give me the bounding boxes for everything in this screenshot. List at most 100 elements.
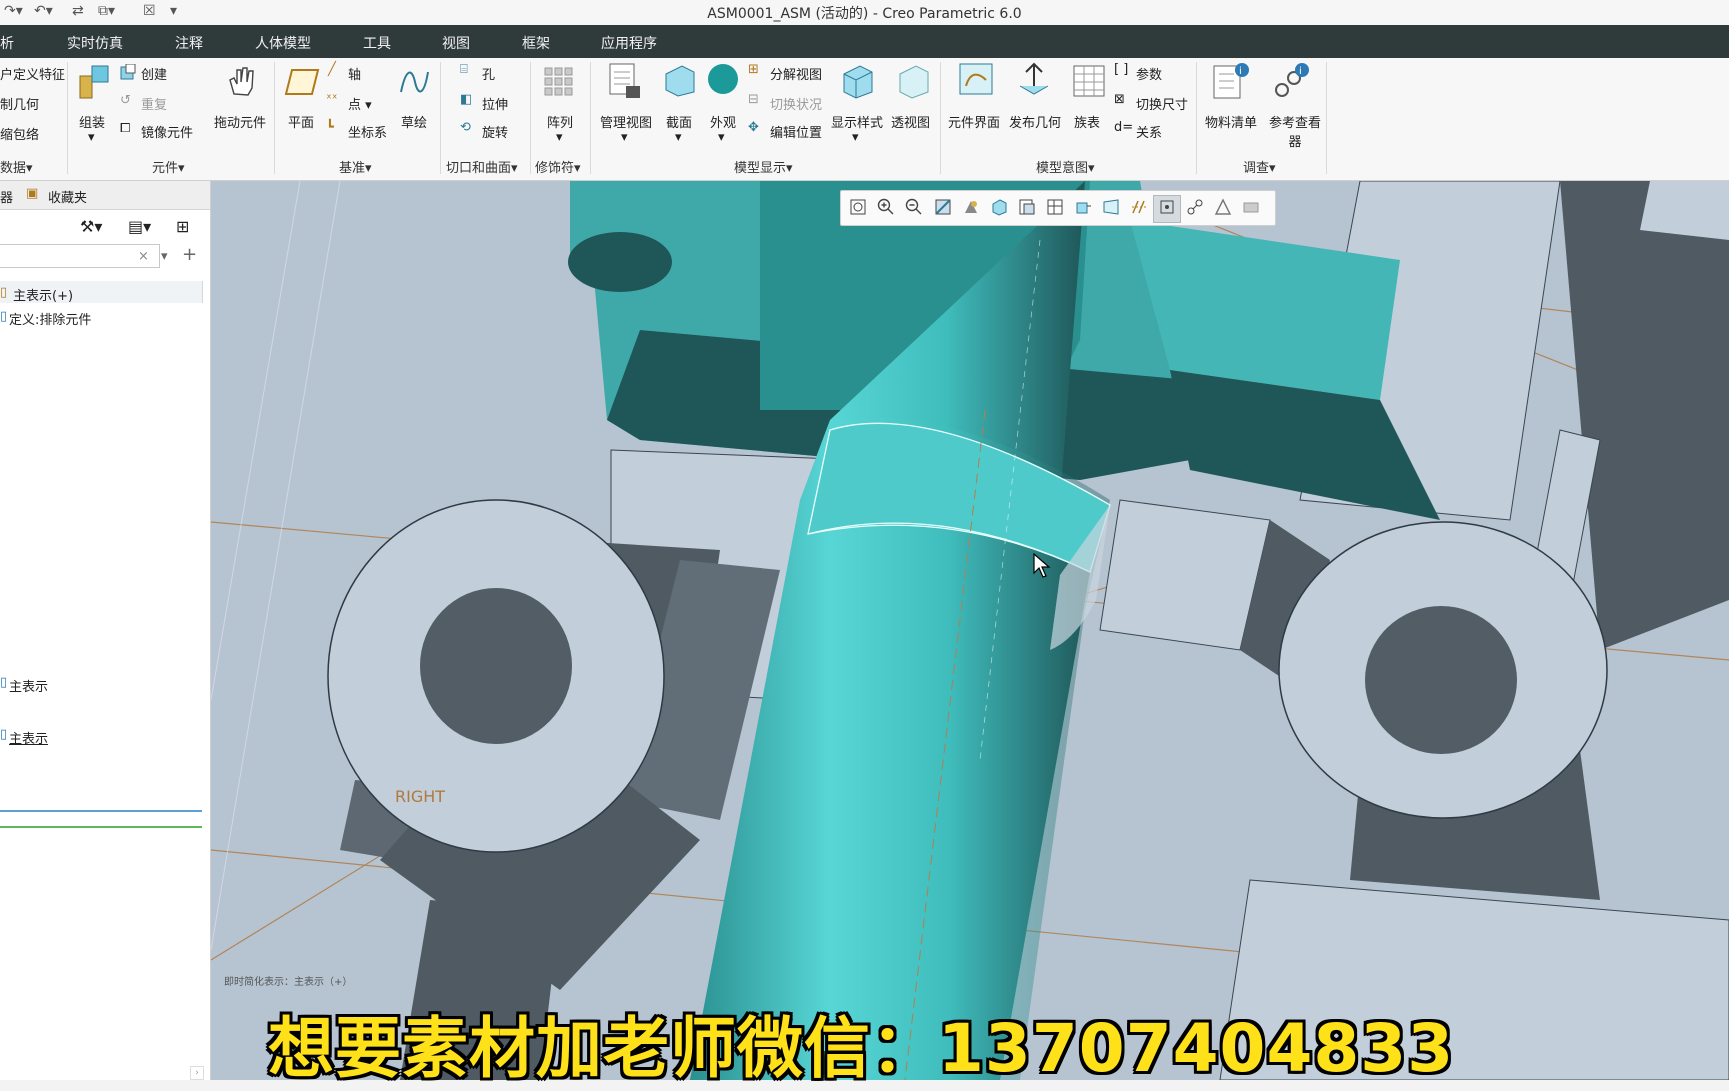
assemble-button[interactable]: 组装 [79, 112, 105, 131]
display-style-dropdown-icon[interactable]: ▾ [852, 130, 859, 145]
datum-label-right[interactable]: RIGHT [395, 787, 445, 806]
assemble-icon[interactable] [76, 62, 112, 102]
group-component[interactable]: 元件▾ [152, 157, 185, 176]
family-table-icon [1073, 65, 1105, 97]
menu-annotate[interactable]: 注释 [175, 33, 203, 53]
display-style-view-icon[interactable] [990, 198, 1008, 216]
create-button[interactable]: 创建 [141, 64, 167, 83]
group-cut-surface[interactable]: 切口和曲面▾ [446, 157, 518, 176]
publish-geometry-button[interactable]: 发布几何 [1009, 112, 1061, 131]
graphics-toolbar [840, 190, 1276, 226]
revolve-button[interactable]: 旋转 [482, 122, 508, 141]
explode-view-button[interactable]: 分解视图 [770, 64, 822, 83]
tree-item-master-3[interactable]: 主表示 [9, 728, 48, 747]
spin-center-icon[interactable] [1158, 198, 1176, 216]
menu-manikin[interactable]: 人体模型 [255, 33, 311, 53]
plane-button[interactable]: 平面 [288, 112, 314, 131]
section-button[interactable]: 截面 [666, 112, 692, 131]
tree-item-master-rep[interactable]: 主表示(+) [13, 285, 73, 304]
manage-views-button[interactable]: 管理视图 [600, 112, 652, 131]
extrude-icon: ◧ [460, 92, 473, 107]
menu-tools[interactable]: 工具 [363, 33, 391, 53]
sketch-button[interactable]: 草绘 [401, 112, 427, 131]
perspective-button[interactable]: 透视图 [891, 112, 930, 131]
sketch-icon [400, 71, 429, 93]
refit-icon[interactable] [849, 198, 867, 216]
extrude-button[interactable]: 拉伸 [482, 94, 508, 113]
ribbon-separator [67, 62, 68, 174]
appearance-dropdown-icon[interactable]: ▾ [718, 130, 725, 145]
toggle-status-button[interactable]: 切换状况 [770, 94, 822, 113]
tab-model-tree[interactable]: 器 [0, 187, 13, 206]
copy-geometry-button[interactable]: 制几何 [0, 94, 39, 113]
csys-button[interactable]: 坐标系 [348, 122, 387, 141]
edit-position-icon: ✥ [748, 120, 759, 135]
appearance-button[interactable]: 外观 [710, 112, 736, 131]
ribbon-separator [940, 62, 941, 174]
mirror-component-button[interactable]: 镜像元件 [141, 122, 193, 141]
manage-views-dropdown-icon[interactable]: ▾ [621, 130, 628, 145]
explode-view-icon: ⊞ [748, 62, 759, 77]
show-options-icon[interactable]: ▤▾ [128, 217, 151, 236]
group-model-intent[interactable]: 模型意图▾ [1036, 157, 1095, 176]
axis-button[interactable]: 轴 [348, 64, 361, 83]
group-get-data[interactable]: 数据▾ [0, 157, 33, 176]
zoom-out-icon[interactable] [905, 198, 923, 216]
udf-button[interactable]: 户定义特征 [0, 64, 65, 83]
repaint-icon[interactable] [934, 198, 952, 216]
datum-display-icon[interactable] [1130, 198, 1148, 216]
group-investigate[interactable]: 调查▾ [1243, 157, 1276, 176]
menu-applications[interactable]: 应用程序 [601, 33, 657, 53]
view-manager-icon[interactable] [1046, 198, 1064, 216]
relations-button[interactable]: 关系 [1136, 122, 1162, 141]
model-canvas[interactable] [211, 181, 1729, 1080]
zoom-in-icon[interactable] [877, 198, 895, 216]
section-view-icon[interactable] [1074, 198, 1092, 216]
component-interface-button[interactable]: 元件界面 [948, 112, 1000, 131]
triangle-icon[interactable] [1214, 198, 1232, 216]
svg-text:i: i [1299, 66, 1302, 77]
family-table-button[interactable]: 族表 [1074, 112, 1100, 131]
edit-position-button[interactable]: 编辑位置 [770, 122, 822, 141]
pattern-dropdown-icon[interactable]: ▾ [556, 130, 563, 145]
graphics-viewport[interactable]: RIGHT 即时简化表示：主表示（+） [211, 181, 1729, 1080]
tree-search-input[interactable] [0, 244, 160, 268]
group-datum[interactable]: 基准▾ [339, 157, 372, 176]
orient-icon[interactable] [1242, 198, 1260, 216]
ribbon-separator [274, 62, 275, 174]
ribbon-separator [1196, 62, 1197, 174]
shrinkwrap-button[interactable]: 缩包络 [0, 124, 39, 143]
parameters-button[interactable]: 参数 [1136, 64, 1162, 83]
repeat-button[interactable]: 重复 [141, 94, 167, 113]
section-dropdown-icon[interactable]: ▾ [675, 130, 682, 145]
ribbon-separator [590, 62, 591, 174]
tree-filter-icon[interactable]: ⊞ [176, 217, 189, 236]
assemble-dropdown-icon[interactable]: ▾ [88, 130, 95, 145]
reference-viewer-button[interactable]: 参考查看器 [1266, 112, 1324, 150]
drag-component-button[interactable]: 拖动元件 [214, 112, 266, 131]
tab-favorites[interactable]: 收藏夹 [48, 187, 87, 206]
point-button[interactable]: 点 ▾ [348, 94, 372, 113]
group-model-display[interactable]: 模型显示▾ [734, 157, 793, 176]
tree-item-master-2[interactable]: 主表示 [9, 676, 48, 695]
group-modifier[interactable]: 修饰符▾ [535, 157, 581, 176]
clear-search-icon[interactable]: × [138, 249, 149, 264]
appearance-view-icon[interactable] [962, 198, 980, 216]
scrollbar-arrow[interactable]: › [190, 1066, 204, 1080]
saved-views-icon[interactable] [1018, 198, 1036, 216]
add-icon[interactable]: + [182, 244, 197, 265]
hole-button[interactable]: 孔 [482, 64, 495, 83]
bom-button[interactable]: 物料清单 [1205, 112, 1257, 131]
menu-simulation[interactable]: 实时仿真 [67, 33, 123, 53]
annotation-display-icon[interactable] [1186, 198, 1204, 216]
pattern-button[interactable]: 阵列 [547, 112, 573, 131]
display-style-button[interactable]: 显示样式 [831, 112, 883, 131]
tree-settings-icon[interactable]: ⚒▾ [80, 217, 102, 236]
tree-item-exclude[interactable]: 定义:排除元件 [9, 309, 91, 328]
menu-framework[interactable]: 框架 [522, 33, 550, 53]
perspective-view-icon[interactable] [1102, 198, 1120, 216]
switch-dimensions-button[interactable]: 切换尺寸 [1136, 94, 1188, 113]
search-dropdown-icon[interactable]: ▾ [161, 249, 168, 264]
menu-analysis[interactable]: 析 [0, 33, 14, 53]
menu-view[interactable]: 视图 [442, 33, 470, 53]
